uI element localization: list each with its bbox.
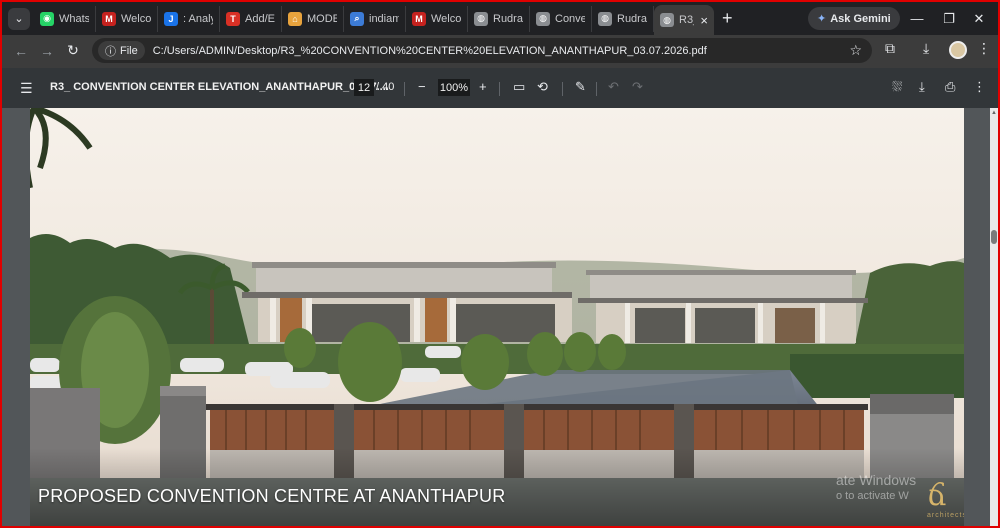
- more-options-icon[interactable]: ⋮: [973, 79, 986, 95]
- extensions-icon[interactable]: ⧉: [885, 40, 895, 57]
- tab-10[interactable]: ◍ R3_ ×: [654, 5, 714, 35]
- forward-button[interactable]: →: [34, 43, 60, 59]
- tab-8[interactable]: ◍ Conven: [530, 5, 592, 32]
- browser-menu-icon[interactable]: ⋮: [977, 40, 991, 57]
- globe-icon: ◍: [660, 13, 674, 27]
- activate-windows-watermark: ate Windows: [836, 472, 917, 488]
- downloads-icon[interactable]: ⤓: [923, 40, 929, 57]
- whatsapp-icon: ◉: [40, 11, 54, 26]
- tab-label: Rudrans: [617, 12, 647, 25]
- undo-icon[interactable]: ↶: [608, 79, 619, 95]
- tab-label: Rudrans: [493, 12, 523, 25]
- tab-9[interactable]: ◍ Rudrans: [592, 5, 654, 32]
- fit-page-icon[interactable]: ▭: [513, 79, 525, 95]
- zoom-in-button[interactable]: +: [479, 79, 487, 94]
- globe-icon: ◍: [474, 11, 488, 26]
- site-info-chip[interactable]: ⓘ File: [98, 41, 145, 60]
- tab-3[interactable]: T Add/Edi: [220, 5, 282, 32]
- convention-centre-rendering: [30, 108, 964, 526]
- document-title: R3_ CONVENTION CENTER ELEVATION_ANANTHAP…: [50, 81, 389, 93]
- zoom-input[interactable]: 100%: [438, 79, 470, 96]
- analytics-icon: J: [164, 11, 178, 26]
- save-to-drive-icon[interactable]: ⛆: [892, 79, 902, 95]
- url-text[interactable]: C:/Users/ADMIN/Desktop/R3_%20CONVENTION%…: [153, 45, 707, 57]
- close-tab-icon[interactable]: ×: [700, 13, 708, 28]
- reload-button[interactable]: ↻: [60, 42, 86, 59]
- zoom-out-button[interactable]: −: [418, 79, 426, 94]
- browser-window: ⌄ ◉ WhatsA M Welcom J : Analyt T Add/Edi ⌂ MODER ⌕…: [0, 0, 1000, 528]
- globe-icon: ◍: [536, 11, 550, 26]
- download-icon[interactable]: ⤓: [919, 79, 925, 95]
- scrollbar-thumb[interactable]: [991, 230, 997, 244]
- new-tab-button[interactable]: +: [722, 8, 733, 29]
- tab-label: R3_: [679, 14, 694, 26]
- bookmark-star-icon[interactable]: ☆: [849, 42, 862, 59]
- avatar[interactable]: [949, 41, 967, 59]
- rotate-icon[interactable]: ⟲: [537, 79, 548, 95]
- scroll-up-arrow-icon[interactable]: ▲: [990, 110, 998, 116]
- tab-label: Conven: [555, 12, 585, 25]
- search-icon: ⌕: [350, 11, 364, 26]
- page-number-input[interactable]: 12: [354, 79, 374, 96]
- toolbar-divider: [596, 82, 597, 96]
- rendering-caption: PROPOSED CONVENTION CENTRE AT ANANTHAPUR: [38, 486, 506, 506]
- chevron-down-icon: ⌄: [14, 13, 24, 25]
- tab-label: Welcom: [121, 12, 151, 25]
- tab-search-button[interactable]: ⌄: [8, 7, 30, 30]
- gmail-icon: M: [102, 11, 116, 26]
- pdf-toolbar: ☰ R3_ CONVENTION CENTER ELEVATION_ANANTH…: [2, 68, 998, 108]
- file-chip-label: File: [120, 44, 138, 57]
- tab-7[interactable]: ◍ Rudrans: [468, 5, 530, 32]
- globe-icon: ◍: [598, 11, 612, 26]
- home-icon: ⌂: [288, 11, 302, 26]
- tab-2[interactable]: J : Analyt: [158, 5, 220, 32]
- tab-label: Add/Edi: [245, 12, 275, 25]
- back-button[interactable]: ←: [8, 43, 34, 59]
- gemini-sparkle-icon: ✦: [817, 13, 827, 25]
- tab-label: MODER: [307, 12, 337, 25]
- toolbar-divider: [499, 82, 500, 96]
- page-total: / 40: [376, 81, 395, 93]
- vertical-scrollbar[interactable]: ▲: [990, 108, 998, 526]
- tab-label: Welcom: [431, 12, 461, 25]
- tab-4[interactable]: ⌂ MODER: [282, 5, 344, 32]
- tab-label: : Analyt: [183, 12, 213, 25]
- sidebar-menu-icon[interactable]: ☰: [20, 80, 33, 97]
- pdf-viewer[interactable]: PROPOSED CONVENTION CENTRE AT ANANTHAPUR…: [2, 108, 998, 526]
- activate-windows-subtext: o to activate W: [836, 490, 909, 502]
- tab-6[interactable]: M Welcom: [406, 5, 468, 32]
- tab-5[interactable]: ⌕ indiama: [344, 5, 406, 32]
- gmail-icon: M: [412, 11, 426, 26]
- redo-icon[interactable]: ↷: [632, 79, 643, 95]
- close-window-button[interactable]: ✕: [960, 2, 998, 35]
- toolbar-divider: [404, 82, 405, 96]
- tab-app-icon: T: [226, 11, 240, 26]
- print-icon[interactable]: ⎙: [945, 79, 955, 95]
- tab-0[interactable]: ◉ WhatsA: [34, 5, 96, 32]
- ask-gemini-button[interactable]: ✦ Ask Gemini: [808, 7, 900, 30]
- annotate-pen-icon[interactable]: ✎: [575, 79, 586, 95]
- pdf-page: PROPOSED CONVENTION CENTRE AT ANANTHAPUR…: [30, 108, 964, 526]
- tab-list: ◉ WhatsA M Welcom J : Analyt T Add/Edi ⌂ MODER ⌕ in…: [34, 2, 714, 35]
- tab-label: WhatsA: [59, 12, 89, 25]
- ask-gemini-label: Ask Gemini: [830, 12, 891, 25]
- architect-logo-subtext: architects: [927, 512, 964, 519]
- tab-label: indiama: [369, 12, 399, 25]
- tab-1[interactable]: M Welcom: [96, 5, 158, 32]
- architect-logo: ճ: [927, 478, 947, 513]
- info-icon: ⓘ: [105, 45, 116, 58]
- address-bar[interactable]: ⓘ File C:/Users/ADMIN/Desktop/R3_%20CONV…: [92, 38, 872, 63]
- toolbar-divider: [562, 82, 563, 96]
